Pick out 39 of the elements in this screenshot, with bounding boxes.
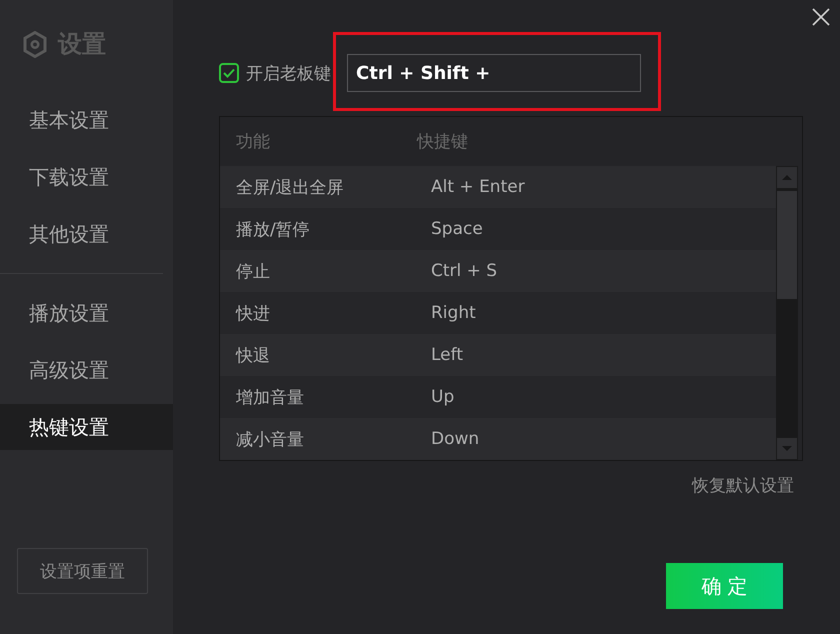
nav-item[interactable]: 其他设置 xyxy=(0,211,173,257)
table-cell: Left xyxy=(431,345,463,365)
up-triangle-icon xyxy=(782,175,792,180)
close-icon[interactable] xyxy=(812,8,830,26)
column-header: 功能 xyxy=(236,131,271,153)
checkbox[interactable] xyxy=(219,63,239,83)
hexagon-icon xyxy=(23,30,47,58)
column-header: 快捷键 xyxy=(417,131,468,153)
checkbox-label: 开启老板键 xyxy=(246,62,331,84)
table-row[interactable]: 快退 Left xyxy=(220,334,776,376)
nav-item[interactable]: 热键设置 xyxy=(0,404,173,450)
table-cell: Alt + Enter xyxy=(431,177,525,197)
table-row[interactable]: 减小音量 Down xyxy=(220,418,776,460)
table-row[interactable]: 停止 Ctrl + S xyxy=(220,250,776,292)
nav-item[interactable]: 下载设置 xyxy=(0,154,173,200)
table-cell: Up xyxy=(431,387,454,407)
table-cell: Ctrl + S xyxy=(431,261,498,281)
scrollbar[interactable] xyxy=(776,166,798,460)
nav-item[interactable]: 高级设置 xyxy=(0,347,173,393)
table-cell-text: 增加音量 xyxy=(236,386,305,408)
reset-settings-button[interactable]: 设置项重置 xyxy=(17,548,148,594)
scroll-up-button[interactable] xyxy=(776,166,798,189)
nav-item[interactable]: 播放设置 xyxy=(0,290,173,336)
table-cell-text: 快进 xyxy=(236,302,271,324)
hotkey-input[interactable]: Ctrl + Shift + xyxy=(347,54,641,92)
table-cell-text: 全屏/退出全屏 xyxy=(236,176,345,198)
scroll-thumb[interactable] xyxy=(777,191,797,299)
table-row[interactable]: 全屏/退出全屏 Alt + Enter xyxy=(220,166,776,208)
scroll-down-button[interactable] xyxy=(776,437,798,460)
table-cell-text: 播放/暂停 xyxy=(236,218,311,240)
table-cell: Down xyxy=(431,429,480,449)
nav-item[interactable]: 基本设置 xyxy=(0,97,173,143)
restore-defaults-link[interactable]: 恢复默认设置 xyxy=(692,474,794,497)
table-cell-text: 停止 xyxy=(236,260,271,282)
table-cell-text: 快退 xyxy=(236,344,271,366)
table-cell: Right xyxy=(431,303,476,323)
table-cell-text: 减小音量 xyxy=(236,428,305,450)
down-triangle-icon xyxy=(782,446,792,451)
table-cell: Space xyxy=(431,219,483,239)
